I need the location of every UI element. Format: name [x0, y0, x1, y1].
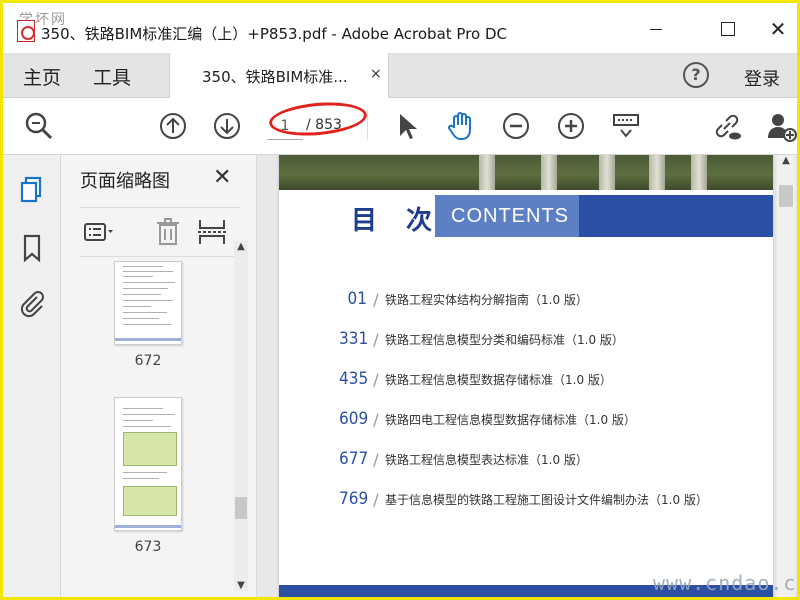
toc-entry[interactable]: 769 / 基于信息模型的铁路工程施工图设计文件编制办法（1.0 版）	[339, 487, 708, 511]
contents-heading-en: CONTENTS	[435, 195, 579, 237]
pdf-file-icon	[17, 20, 35, 42]
toc-separator: /	[373, 489, 379, 509]
main-toolbar: 1 / 853	[3, 98, 797, 155]
toc-title: 铁路四电工程信息模型数据存储标准（1.0 版）	[385, 412, 636, 427]
zoom-in-icon[interactable]	[555, 110, 587, 142]
toc-entry[interactable]: 01 / 铁路工程实体结构分解指南（1.0 版）	[339, 287, 588, 311]
add-user-icon[interactable]	[765, 110, 797, 142]
toc-separator: /	[373, 409, 379, 429]
thumbnail-page-number: 672	[134, 353, 162, 369]
toc-separator: /	[373, 369, 379, 389]
window-title: 350、铁路BIM标准汇编（上）+P853.pdf - Adobe Acroba…	[41, 25, 507, 43]
toc-page-number: 677	[339, 449, 369, 469]
document-scrollbar[interactable]: ▲	[777, 155, 795, 597]
toc-entry[interactable]: 331 / 铁路工程信息模型分类和编码标准（1.0 版）	[339, 327, 624, 351]
contents-heading-cn: 目 次	[351, 206, 443, 236]
options-menu-icon[interactable]	[82, 216, 114, 248]
annotation-circle	[267, 98, 369, 140]
bookmark-icon[interactable]	[17, 233, 47, 263]
page-down-icon[interactable]	[211, 110, 243, 142]
close-window-button[interactable]: ✕	[763, 17, 793, 41]
scroll-mode-icon[interactable]	[610, 110, 642, 142]
toc-entry[interactable]: 609 / 铁路四电工程信息模型数据存储标准（1.0 版）	[339, 407, 636, 431]
thumbnail-scrollbar[interactable]: ▲ ▼	[234, 241, 248, 591]
thumbnail-page[interactable]	[114, 397, 182, 531]
panel-title: 页面缩略图	[80, 171, 170, 192]
delete-page-icon[interactable]	[152, 216, 184, 248]
toc-page-number: 331	[339, 329, 369, 349]
document-view: 目 次 CONTENTS 01 / 铁路工程实体结构分解指南（1.0 版） 33…	[257, 155, 797, 597]
scroll-up-icon[interactable]: ▲	[777, 155, 795, 166]
zoom-search-icon[interactable]	[23, 110, 55, 142]
page-thumbnails-panel: 页面缩略图 ✕ 672 673 ▲ ▼	[61, 155, 257, 597]
page-up-icon[interactable]	[157, 110, 189, 142]
toc-separator: /	[373, 449, 379, 469]
scrollbar-thumb[interactable]	[235, 497, 247, 519]
toc-title: 基于信息模型的铁路工程施工图设计文件编制办法（1.0 版）	[385, 492, 708, 507]
title-bar: 学坏网 350、铁路BIM标准汇编（上）+P853.pdf - Adobe Ac…	[3, 3, 797, 53]
maximize-button[interactable]	[713, 17, 743, 41]
hand-tool-icon[interactable]	[445, 110, 477, 142]
toc-title: 铁路工程信息模型表达标准（1.0 版）	[385, 452, 588, 467]
app-window: 学坏网 350、铁路BIM标准汇编（上）+P853.pdf - Adobe Ac…	[3, 3, 797, 597]
document-tab-label: 350、铁路BIM标准...	[202, 68, 348, 86]
menu-home[interactable]: 主页	[23, 63, 61, 90]
document-tab[interactable]: 350、铁路BIM标准... ×	[169, 53, 389, 98]
help-icon[interactable]: ?	[683, 62, 709, 88]
zoom-out-icon[interactable]	[500, 110, 532, 142]
header-photo	[279, 155, 773, 190]
split-page-icon[interactable]	[196, 216, 228, 248]
toc-page-number: 01	[347, 289, 367, 309]
scroll-up-icon[interactable]: ▲	[234, 241, 248, 252]
toc-entry[interactable]: 677 / 铁路工程信息模型表达标准（1.0 版）	[339, 447, 588, 471]
pdf-page: 目 次 CONTENTS 01 / 铁路工程实体结构分解指南（1.0 版） 33…	[279, 155, 773, 597]
toc-title: 铁路工程信息模型数据存储标准（1.0 版）	[385, 372, 612, 387]
close-tab-button[interactable]: ×	[370, 66, 382, 82]
toolbar-divider	[367, 110, 368, 140]
toc-separator: /	[373, 289, 379, 309]
toc-page-number: 609	[339, 409, 369, 429]
login-button[interactable]: 登录	[744, 65, 780, 91]
thumbnail-page-number: 673	[134, 539, 162, 555]
toc-page-number: 435	[339, 369, 369, 389]
scroll-down-icon[interactable]: ▼	[234, 580, 248, 591]
toc-entry[interactable]: 435 / 铁路工程信息模型数据存储标准（1.0 版）	[339, 367, 612, 391]
panel-toolbar	[80, 207, 240, 257]
attachment-icon[interactable]	[17, 289, 47, 319]
page-thumbnails-icon[interactable]	[17, 175, 47, 205]
toc-title: 铁路工程实体结构分解指南（1.0 版）	[385, 292, 588, 307]
left-navigation-pane	[3, 155, 61, 597]
select-arrow-icon[interactable]	[391, 110, 423, 142]
share-link-icon[interactable]	[711, 110, 743, 142]
thumbnail-page[interactable]	[114, 261, 182, 345]
toc-title: 铁路工程信息模型分类和编码标准（1.0 版）	[385, 332, 624, 347]
close-panel-button[interactable]: ✕	[213, 165, 231, 190]
menu-tab-bar: 主页 工具 350、铁路BIM标准... × ? 登录	[3, 53, 797, 98]
site-watermark-bottom: www.cndao.com	[653, 571, 797, 595]
scrollbar-thumb[interactable]	[779, 185, 793, 207]
menu-tools[interactable]: 工具	[93, 63, 131, 90]
toc-separator: /	[373, 329, 379, 349]
thumbnail-list: 672 673	[80, 261, 230, 591]
minimize-button[interactable]	[641, 17, 671, 41]
toc-page-number: 769	[339, 489, 369, 509]
